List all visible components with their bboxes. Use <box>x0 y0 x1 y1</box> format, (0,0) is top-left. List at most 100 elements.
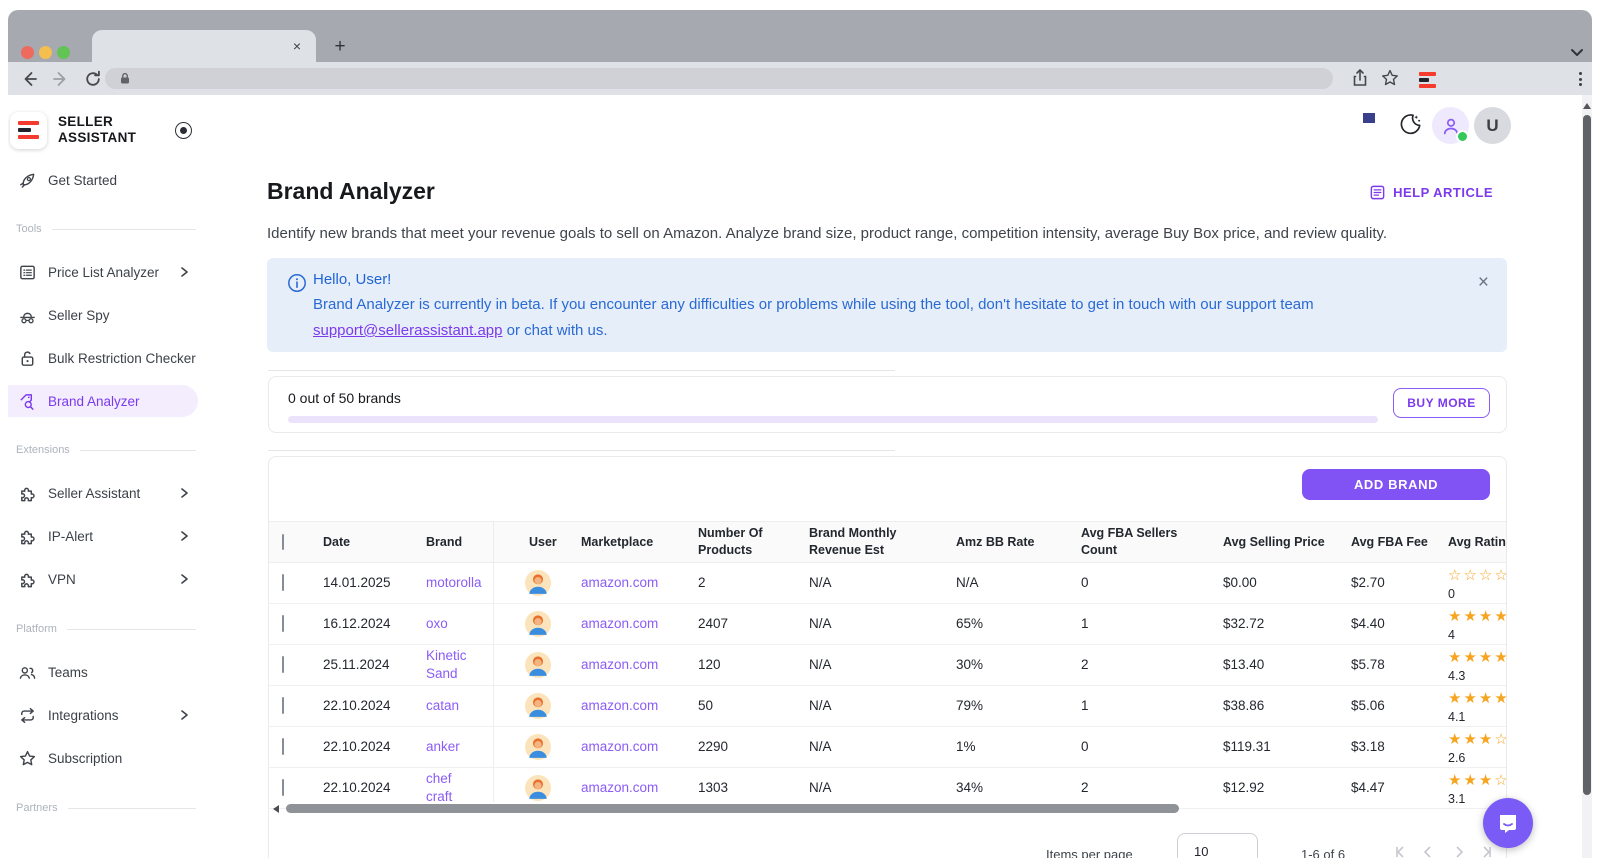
sidebar-item-seller-spy[interactable]: Seller Spy <box>18 303 196 327</box>
chat-widget-button[interactable] <box>1483 798 1533 848</box>
sidebar-item-bulk-restriction-checker[interactable]: Bulk Restriction Checker <box>18 346 196 370</box>
next-page-icon[interactable] <box>1452 845 1466 858</box>
forward-icon[interactable] <box>51 69 71 89</box>
window-zoom-button[interactable] <box>57 46 70 59</box>
cell-avg-price: $38.86 <box>1209 697 1337 715</box>
brand-link[interactable]: oxo <box>426 615 474 633</box>
brand-link[interactable]: Kinetic Sand <box>426 647 474 682</box>
new-tab-button[interactable]: + <box>330 37 350 56</box>
rating-value: 2.6 <box>1448 750 1507 766</box>
browser-tab[interactable]: × <box>92 30 316 62</box>
previous-page-icon[interactable] <box>1421 845 1435 858</box>
column-header-fba-sellers[interactable]: Avg FBA Sellers Count <box>1067 525 1209 559</box>
browser-menu-icon[interactable] <box>1572 70 1588 88</box>
brand-link[interactable]: chef craft <box>426 770 474 805</box>
tab-close-icon[interactable]: × <box>288 37 306 55</box>
sidebar-collapse-icon[interactable] <box>175 122 192 139</box>
brand-link[interactable]: motorolla <box>426 574 474 592</box>
marketplace-link[interactable]: amazon.com <box>581 575 658 590</box>
star-icon <box>18 749 37 768</box>
cell-avg-fee: $3.18 <box>1337 738 1434 756</box>
window-close-button[interactable] <box>21 46 34 59</box>
user-avatar[interactable]: U <box>1474 107 1511 144</box>
row-checkbox[interactable] <box>282 615 284 632</box>
column-header-avg-price[interactable]: Avg Selling Price <box>1209 534 1337 551</box>
share-icon[interactable] <box>1350 68 1370 88</box>
seller-assistant-extension-icon[interactable] <box>1419 68 1439 92</box>
horizontal-scrollbar-thumb[interactable] <box>286 804 1179 813</box>
row-checkbox[interactable] <box>282 697 284 714</box>
select-all-checkbox[interactable] <box>282 534 284 550</box>
reload-icon[interactable] <box>83 69 103 89</box>
row-checkbox[interactable] <box>282 738 284 755</box>
pagination-range: 1-6 of 6 <box>1301 847 1345 858</box>
quota-label: 0 out of 50 brands <box>288 390 401 406</box>
chevron-right-icon <box>178 266 190 278</box>
last-page-icon[interactable] <box>1479 845 1493 858</box>
cell-revenue: N/A <box>795 738 942 756</box>
bookmark-star-icon[interactable] <box>1380 68 1400 88</box>
sidebar-item-get-started[interactable]: Get Started <box>18 168 196 192</box>
app-logo[interactable]: SELLER ASSISTANT <box>10 108 196 152</box>
dark-mode-moon-icon[interactable] <box>1398 112 1423 137</box>
marketplace-link[interactable]: amazon.com <box>581 698 658 713</box>
column-header-user[interactable]: User <box>504 534 567 551</box>
cell-fba-sellers: 0 <box>1067 738 1209 756</box>
profile-icon[interactable] <box>1432 107 1469 144</box>
browser-toolbar <box>8 62 1592 95</box>
sidebar-item-brand-analyzer[interactable]: Brand Analyzer <box>8 385 198 417</box>
column-header-bb-rate[interactable]: Amz BB Rate <box>942 534 1067 551</box>
vertical-scrollbar[interactable] <box>1582 95 1592 858</box>
marketplace-link[interactable]: amazon.com <box>581 780 658 795</box>
table-row: 16.12.2024 oxo amazon.com 2407 N/A 65% 1… <box>269 604 1506 645</box>
marketplace-link[interactable]: amazon.com <box>581 616 658 631</box>
first-page-icon[interactable] <box>1394 845 1408 858</box>
sidebar-item-price-list-analyzer[interactable]: Price List Analyzer <box>18 260 196 284</box>
add-brand-button[interactable]: ADD BRAND <box>1302 469 1490 500</box>
buy-more-button[interactable]: BUY MORE <box>1393 388 1490 418</box>
sidebar-item-ip-alert[interactable]: IP-Alert <box>18 524 196 548</box>
row-checkbox[interactable] <box>282 574 284 591</box>
rating-stars: ☆☆☆☆☆ <box>1448 566 1507 586</box>
sidebar-item-integrations[interactable]: Integrations <box>18 703 196 727</box>
horizontal-scrollbar[interactable] <box>269 804 1506 814</box>
marketplace-link[interactable]: amazon.com <box>581 739 658 754</box>
scroll-left-arrow-icon[interactable] <box>273 805 279 813</box>
sidebar-item-vpn[interactable]: VPN <box>18 567 196 591</box>
column-header-date[interactable]: Date <box>309 534 412 551</box>
page-title: Brand Analyzer <box>267 178 435 205</box>
scroll-up-arrow-icon[interactable] <box>1583 103 1591 109</box>
sidebar-item-seller-assistant-extension[interactable]: Seller Assistant <box>18 481 196 505</box>
help-article-link[interactable]: HELP ARTICLE <box>1369 184 1493 201</box>
rating-value: 4 <box>1448 627 1507 643</box>
address-bar[interactable] <box>105 68 1333 89</box>
row-checkbox[interactable] <box>282 656 284 673</box>
row-checkbox[interactable] <box>282 779 284 796</box>
brand-link[interactable]: catan <box>426 697 474 715</box>
vertical-scrollbar-thumb[interactable] <box>1583 115 1591 795</box>
brand-link[interactable]: anker <box>426 738 474 756</box>
sidebar-item-teams[interactable]: Teams <box>18 660 196 684</box>
page-size-select[interactable]: 10 <box>1177 833 1258 858</box>
tab-search-chevron-icon[interactable] <box>1570 48 1584 57</box>
column-header-products[interactable]: Number Of Products <box>684 525 795 559</box>
cell-products: 120 <box>684 656 795 674</box>
cell-date: 25.11.2024 <box>309 656 412 674</box>
brand-tag-search-icon <box>18 392 37 411</box>
lock-icon[interactable] <box>119 72 131 85</box>
cell-products: 2290 <box>684 738 795 756</box>
cell-revenue: N/A <box>795 615 942 633</box>
window-minimize-button[interactable] <box>39 46 52 59</box>
back-icon[interactable] <box>19 69 39 89</box>
browser-tabstrip: × + <box>8 10 1592 62</box>
support-email-link[interactable]: support@sellerassistant.app <box>313 322 503 339</box>
sidebar-item-subscription[interactable]: Subscription <box>18 746 196 770</box>
column-header-brand[interactable]: Brand <box>412 534 504 551</box>
puzzle-icon <box>18 527 37 546</box>
column-header-marketplace[interactable]: Marketplace <box>567 534 684 551</box>
marketplace-link[interactable]: amazon.com <box>581 657 658 672</box>
column-header-revenue[interactable]: Brand Monthly Revenue Est <box>795 525 942 559</box>
column-header-avg-rating[interactable]: Avg Rating <box>1434 534 1507 551</box>
column-header-avg-fee[interactable]: Avg FBA Fee <box>1337 534 1434 551</box>
banner-close-icon[interactable]: × <box>1478 272 1489 294</box>
